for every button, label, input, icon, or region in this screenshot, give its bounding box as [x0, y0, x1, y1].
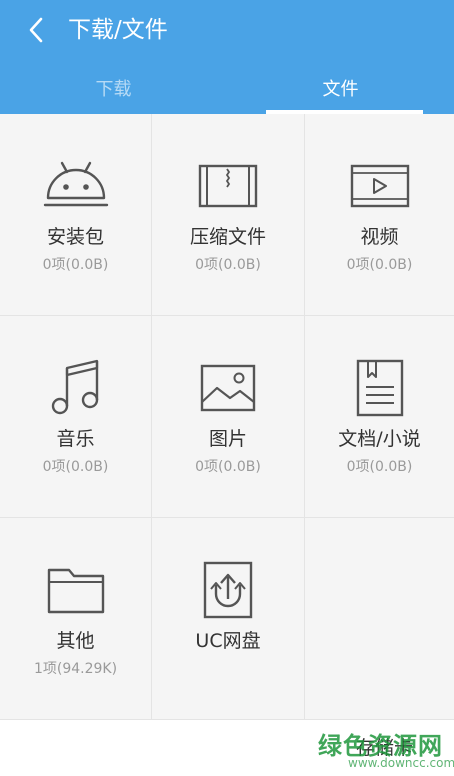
category-label: 文档/小说 — [338, 428, 421, 450]
category-apk[interactable]: 安装包 0项(0.0B) — [0, 114, 152, 316]
category-music[interactable]: 音乐 0项(0.0B) — [0, 316, 152, 518]
folder-icon — [47, 568, 104, 614]
category-label: 音乐 — [56, 428, 95, 450]
video-icon — [350, 164, 409, 208]
category-other[interactable]: 其他 1项(94.29K) — [0, 518, 152, 720]
empty-cell — [305, 518, 454, 720]
category-count: 1项(94.29K) — [33, 661, 118, 677]
chevron-left-icon — [29, 17, 43, 43]
category-uc-cloud[interactable]: UC网盘 — [152, 518, 305, 720]
category-image[interactable]: 图片 0项(0.0B) — [152, 316, 305, 518]
category-grid: 安装包 0项(0.0B) 压缩文件 0项(0.0B) 视频 0项(0.0B) 音… — [0, 114, 454, 720]
category-label: UC网盘 — [195, 630, 261, 652]
category-label: 其他 — [56, 630, 95, 652]
category-video[interactable]: 视频 0项(0.0B) — [305, 114, 454, 316]
footer-bar: 存储卡 绿色资源网 www.downcc.com — [0, 720, 454, 776]
cloud-upload-icon — [203, 561, 253, 619]
category-count: 0项(0.0B) — [346, 459, 413, 475]
category-count: 0项(0.0B) — [42, 459, 109, 475]
document-icon — [356, 359, 403, 417]
category-count: 0项(0.0B) — [42, 257, 109, 273]
tab-files-label: 文件 — [322, 79, 359, 100]
archive-icon — [198, 164, 258, 208]
category-count: 0项(0.0B) — [195, 257, 261, 273]
app-header: 下载/文件 下载 文件 — [0, 0, 454, 114]
tab-downloads-label: 下载 — [95, 79, 132, 100]
category-label: 压缩文件 — [189, 226, 266, 248]
tab-bar: 下载 文件 — [0, 62, 454, 114]
category-document[interactable]: 文档/小说 0项(0.0B) — [305, 316, 454, 518]
category-archive[interactable]: 压缩文件 0项(0.0B) — [152, 114, 305, 316]
storage-card-button[interactable]: 存储卡 — [356, 736, 413, 760]
category-label: 安装包 — [46, 226, 104, 248]
back-button[interactable] — [18, 12, 54, 48]
tab-files[interactable]: 文件 — [227, 62, 454, 114]
category-count: 0项(0.0B) — [346, 257, 413, 273]
page-title: 下载/文件 — [68, 17, 168, 43]
title-bar: 下载/文件 — [0, 0, 454, 62]
category-label: 图片 — [208, 428, 247, 450]
category-count: 0项(0.0B) — [195, 459, 261, 475]
music-icon — [51, 359, 98, 415]
image-icon — [200, 364, 256, 412]
android-icon — [43, 161, 108, 207]
tab-downloads[interactable]: 下载 — [0, 62, 227, 114]
category-label: 视频 — [360, 226, 399, 248]
